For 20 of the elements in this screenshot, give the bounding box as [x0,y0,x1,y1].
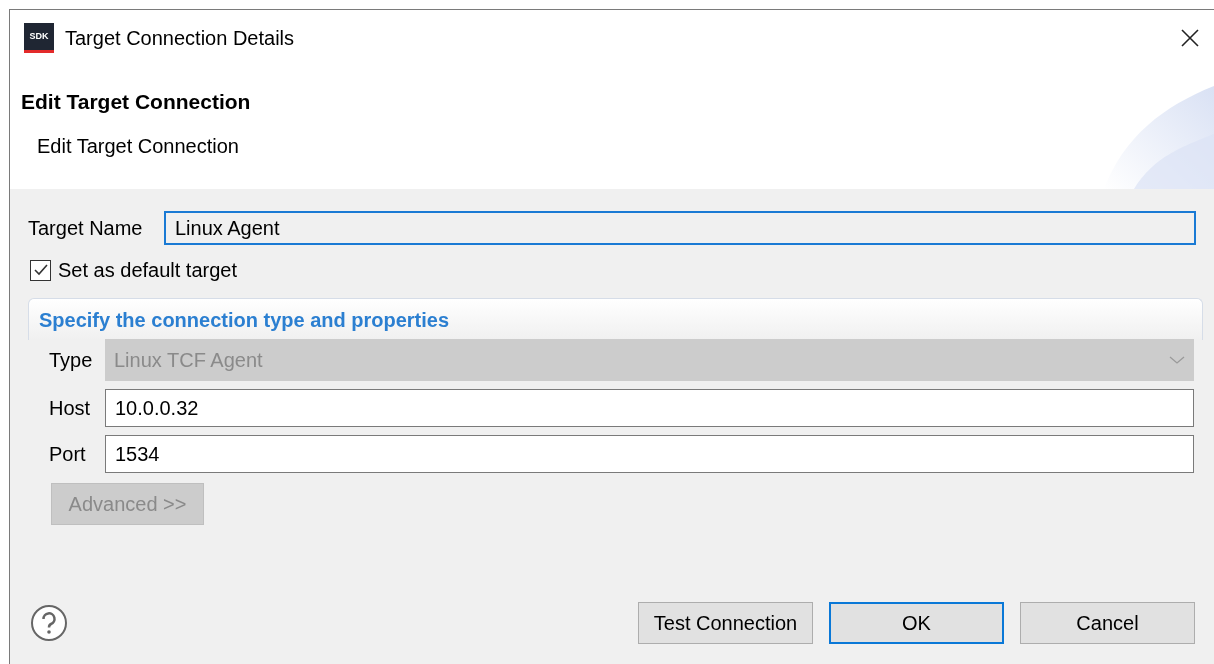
text-field[interactable]: 10.0.0.32 [105,389,1194,427]
window-title: Target Connection Details [65,26,294,51]
field-label: Host [49,396,92,421]
text-field[interactable]: 1534 [105,435,1194,473]
dialog-button[interactable]: Test Connection [638,602,813,644]
dialog-button[interactable]: OK [829,602,1004,644]
checkbox-label: Set as default target [58,258,237,283]
field-label: Type [49,348,94,373]
target-name-field[interactable]: Linux Agent [164,211,1196,245]
chevron-icon [1169,355,1185,365]
page-subtitle: Edit Target Connection [37,133,240,159]
dialog-button[interactable]: Cancel [1020,602,1195,644]
logo-text: SDK [29,29,49,43]
target-name-label: Target Name [28,216,144,241]
section-title: Specify the connection type and properties [39,307,450,333]
help-icon[interactable] [30,604,68,642]
page-title: Edit Target Connection [21,89,252,115]
field-label: Port [49,442,87,467]
close-icon[interactable] [1180,28,1200,48]
checkbox[interactable] [30,259,51,281]
